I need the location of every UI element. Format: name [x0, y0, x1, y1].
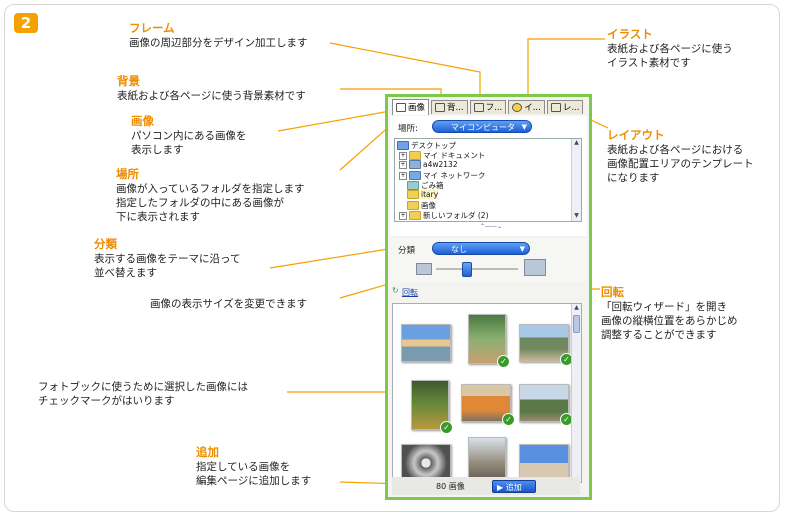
folder-icon [407, 190, 419, 199]
annotation-photobook: フォトブックに使うために選択した画像には チェックマークがはいります [38, 381, 248, 407]
add-button[interactable]: ▶ 追加 [492, 480, 536, 493]
category-section: 分類 なし ▼ [390, 238, 587, 282]
tree-item[interactable]: + a4w2132 [399, 160, 458, 169]
thumbnail[interactable]: ✓ [468, 314, 510, 368]
annotation-rotate: 回転 「回転ウィザード」を開き 画像の縦横位置をあらかじめ 調整することができま… [601, 285, 738, 341]
computer-icon [409, 160, 421, 169]
trash-icon [407, 181, 419, 190]
annotation-image: 画像 パソコン内にある画像を 表示します [131, 114, 247, 156]
tab-layout[interactable]: レ... [546, 100, 584, 114]
thumbnail-grid[interactable]: ✓ ✓ ✓ ✓ ✓ ▲ [392, 303, 582, 483]
annotation-add: 追加 指定している画像を 編集ページに追加します [196, 445, 312, 487]
folder-icon [407, 201, 419, 210]
frame-icon [473, 103, 484, 112]
tab-background[interactable]: 背... [431, 100, 468, 114]
scroll-down-icon: ▼ [574, 212, 579, 219]
thumbnail[interactable]: ✓ [461, 384, 515, 426]
tab-frame[interactable]: フ... [469, 100, 507, 114]
tab-bar: 画像 背... フ... イ... レ... [392, 99, 585, 116]
scrollbar-thumb[interactable] [573, 315, 580, 333]
annotation-background: 背景 表紙および各ページに使う背景素材です [117, 74, 306, 102]
landscape-icon [435, 103, 446, 112]
chevron-down-icon: ▼ [519, 245, 525, 253]
annotation-layout: レイアウト 表紙および各ページにおける 画像配置エリアのテンプレート になります [607, 128, 754, 184]
size-slider-handle[interactable] [462, 262, 472, 277]
location-dropdown[interactable]: マイコンピュータ ▼ [432, 120, 532, 133]
rotate-link[interactable]: 回転 [402, 287, 418, 298]
scroll-up-icon: ▲ [574, 304, 579, 311]
annotation-frame: フレーム 画像の周辺部分をデザイン加工します [129, 21, 308, 49]
thumbnail[interactable]: ✓ [519, 324, 573, 366]
thumbnail[interactable] [401, 324, 451, 362]
check-icon: ✓ [502, 413, 515, 426]
network-icon [409, 171, 421, 180]
scroll-up-icon: ▲ [574, 139, 579, 146]
small-image-icon [416, 263, 432, 275]
large-image-icon [524, 259, 546, 276]
thumbnail-scrollbar[interactable]: ▲ [571, 304, 581, 482]
thumbnail[interactable]: ✓ [519, 384, 573, 426]
tree-item-selected[interactable]: itary [407, 190, 439, 199]
camera-icon [396, 103, 406, 112]
folder-icon [409, 211, 421, 220]
tree-scrollbar[interactable]: ▲ ▼ [571, 139, 581, 221]
size-slider-track[interactable] [436, 268, 518, 270]
tree-item[interactable]: + 新しいフォルダ (2) [399, 210, 489, 221]
rotate-icon: ↻ [392, 286, 399, 295]
panel-body: 画像 背... フ... イ... レ... 場所: マイコンピュータ ▼ デスク… [388, 97, 589, 497]
desktop-icon [397, 141, 409, 150]
splitter-grip-icon[interactable]: ⌃——⌄ [480, 223, 502, 230]
check-icon: ✓ [440, 421, 453, 434]
category-dropdown[interactable]: なし ▼ [432, 242, 530, 255]
annotation-illust: イラスト 表紙および各ページに使う イラスト素材です [607, 27, 733, 69]
bottom-bar: 80 画像 ▶ 追加 [392, 477, 580, 495]
tab-illust[interactable]: イ... [508, 100, 545, 114]
location-section: 場所: マイコンピュータ ▼ デスクトップ + マイ ドキュメント + a4w2132… [390, 116, 587, 236]
tab-image[interactable]: 画像 [392, 99, 430, 115]
rotate-bar: ↻ 回転 [390, 285, 587, 299]
annotation-location: 場所 画像が入っているフォルダを指定します 指定したフォルダの中にある画像が 下… [116, 167, 305, 223]
annotation-category: 分類 表示する画像をテーマに沿って 並べ替えます [94, 237, 241, 279]
chevron-down-icon: ▼ [521, 123, 527, 131]
annotation-size: 画像の表示サイズを変更できます [150, 298, 308, 310]
image-count: 80 画像 [436, 482, 465, 491]
folder-tree[interactable]: デスクトップ + マイ ドキュメント + a4w2132 + マイ ネットワーク ごみ… [394, 138, 582, 222]
folder-icon [409, 151, 421, 160]
thumbnail[interactable]: ✓ [411, 380, 453, 434]
photo-panel-window: 画像 背... フ... イ... レ... 場所: マイコンピュータ ▼ デスク… [385, 94, 592, 500]
check-icon: ✓ [497, 355, 510, 368]
location-label: 場所: [398, 124, 418, 134]
category-label: 分類 [398, 246, 416, 256]
arrow-right-icon: ▶ [497, 483, 504, 492]
layout-icon [550, 103, 561, 112]
smiley-icon [512, 103, 523, 112]
